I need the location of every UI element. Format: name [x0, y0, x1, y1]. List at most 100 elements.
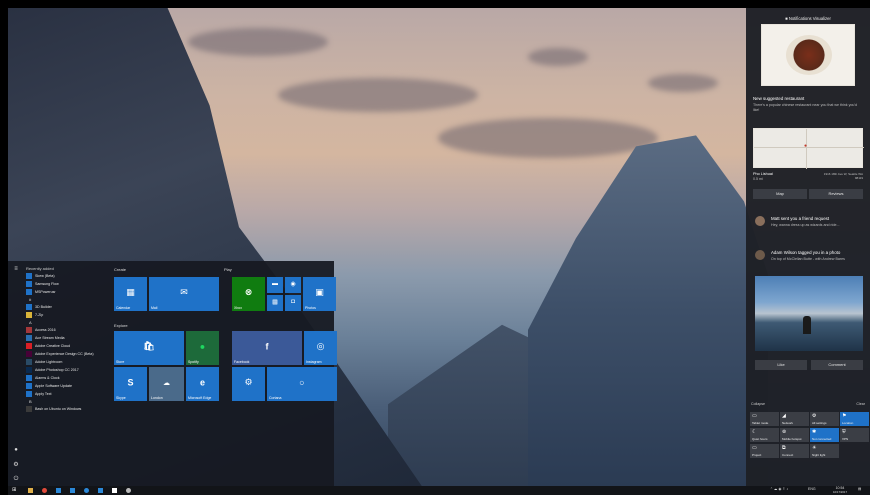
app-list-item[interactable]: Adobe Experience Design CC (Beta) — [26, 350, 108, 358]
notification-group-title: ■ Notifications Visualizer — [746, 16, 870, 21]
quick-action-tile[interactable]: ⚙ All settings — [810, 412, 839, 426]
map-road — [806, 129, 807, 169]
comment-button[interactable]: Comment — [811, 360, 863, 370]
app-list-item[interactable]: Adobe Lightroom — [26, 358, 108, 366]
system-tray-icons[interactable]: ⌃ ☁ ◉ ⚐ ♪ — [770, 487, 788, 491]
collapse-link[interactable]: Collapse — [751, 402, 765, 407]
edge-icon: e — [199, 377, 205, 388]
app-label: Ace Stream Media — [35, 336, 65, 340]
windows-start-icon[interactable]: ⊞ — [12, 488, 17, 493]
app-list-item[interactable]: MSPowerusr — [26, 288, 108, 296]
language-indicator[interactable]: ENG — [808, 487, 816, 491]
avatar — [755, 250, 765, 260]
app-list-item[interactable]: Apply Text — [26, 390, 108, 398]
app-list-item[interactable]: Samsung Flow — [26, 280, 108, 288]
tile-groove[interactable]: ◉ — [285, 277, 301, 293]
app-list-item[interactable]: Skew (Beta) — [26, 272, 108, 280]
app-list-item[interactable]: Adobe Creative Cloud — [26, 342, 108, 350]
tile-label: Xbox — [234, 306, 242, 310]
tile-settings[interactable]: ⚙ — [232, 367, 265, 401]
restaurant-notification[interactable]: New suggested restaurant There's a popul… — [753, 24, 864, 214]
app-list-item[interactable]: Adobe Photoshop CC 2017 — [26, 366, 108, 374]
wallpaper-cloud — [648, 74, 718, 92]
app-list-item[interactable]: Access 2016 — [26, 326, 108, 334]
app-list-item[interactable]: Ace Stream Media — [26, 334, 108, 342]
quick-action-tile[interactable]: ▭ Tablet mode — [750, 412, 779, 426]
start-menu: ≡ ● ⚙ ⏻ Recently added Skew (Beta) Samsun… — [8, 261, 337, 486]
quick-action-tile[interactable]: ☾ Quiet hours — [750, 428, 779, 442]
groove-icon[interactable] — [112, 488, 117, 493]
letter-header-hash[interactable]: # — [26, 296, 108, 303]
store-icon[interactable] — [56, 488, 61, 493]
notification-body: There's a popular chinese restaurant nea… — [753, 103, 858, 112]
like-button[interactable]: Like — [755, 360, 807, 370]
quick-action-tile[interactable]: ✱ Not connected — [810, 428, 839, 442]
hamburger-icon[interactable]: ≡ — [12, 265, 20, 273]
wallpaper-half-dome — [528, 135, 768, 495]
tile-spotify[interactable]: ● Spotify — [186, 331, 219, 365]
tile-xbox[interactable]: ⊗ Xbox — [232, 277, 265, 311]
action-center-icon[interactable]: ▤ — [858, 487, 861, 491]
map-pin-icon: ● — [804, 143, 808, 149]
tile-edge[interactable]: e Microsoft Edge — [186, 367, 219, 401]
app-list-item[interactable]: Bash on Ubuntu on Windows — [26, 405, 108, 413]
letter-header-b[interactable]: B — [26, 398, 108, 405]
power-icon[interactable]: ⏻ — [12, 475, 20, 483]
tile-label: Spotify — [188, 360, 199, 364]
quick-action-tile[interactable]: ⧉ Connect — [780, 444, 809, 458]
clock[interactable]: 10:54 10/17/2017 — [828, 486, 852, 494]
tile-skype[interactable]: S Skype — [114, 367, 147, 401]
mail-icon[interactable] — [70, 488, 75, 493]
tile-photos[interactable]: ▣ Photos — [303, 277, 336, 311]
app-label: Adobe Photoshop CC 2017 — [35, 368, 79, 372]
quick-action-tile[interactable]: ◢ Network — [780, 412, 809, 426]
chrome-icon[interactable] — [42, 488, 47, 493]
tile-cortana[interactable]: ○ Cortana — [267, 367, 337, 401]
photo-tag-notification[interactable]: Adam Wilson tagged you in a photo On top… — [753, 244, 863, 374]
tile-movies[interactable]: ▬ — [267, 277, 283, 293]
quick-action-label: Network — [782, 421, 794, 425]
app-label: Skew (Beta) — [35, 274, 55, 278]
app-list-item[interactable]: 3D Builder — [26, 303, 108, 311]
app-list-item[interactable]: 7-Zip — [26, 311, 108, 319]
app-list-item[interactable]: Alarms & Clock — [26, 374, 108, 382]
place-address: 1916 18th Ave W, Seattle WA 98119 — [823, 172, 863, 180]
file-explorer-icon[interactable] — [28, 488, 33, 493]
quick-action-icon: ⛨ — [842, 429, 846, 435]
quick-action-icon: ▭ — [752, 413, 757, 419]
quick-action-tile[interactable]: ⊚ Mobile hotspot — [780, 428, 809, 442]
tile-facebook[interactable]: f Facebook — [232, 331, 302, 365]
place-name: Pho Lishuai — [753, 172, 773, 176]
tile-calculator[interactable]: ▦ — [267, 295, 283, 311]
tile-instagram[interactable]: ◎ Instagram — [304, 331, 337, 365]
wallpaper-cloud — [528, 48, 588, 66]
tile-store[interactable]: 🛍 Store — [114, 331, 184, 365]
edge-icon[interactable] — [98, 488, 103, 493]
map-image: ● — [753, 128, 864, 169]
tile-mail[interactable]: ✉ Mail — [149, 277, 219, 311]
spotify-icon: ● — [199, 341, 206, 352]
quick-action-tile[interactable]: ☀ Night light — [810, 444, 839, 458]
clock-date: 10/17/2017 — [833, 490, 847, 494]
app-icon — [26, 281, 32, 287]
reviews-button[interactable]: Reviews — [809, 189, 863, 199]
tile-camera[interactable]: ◘ — [285, 295, 301, 311]
letter-header-a[interactable]: A — [26, 319, 108, 326]
friend-request-notification[interactable]: Matt sent you a friend request Hey, wann… — [753, 212, 863, 242]
user-avatar-icon[interactable]: ● — [12, 446, 20, 454]
tile-weather[interactable]: ☁ London — [149, 367, 184, 401]
quick-action-tile[interactable]: ⛨ VPN — [840, 428, 869, 442]
settings-icon[interactable] — [126, 488, 131, 493]
tagged-photo — [755, 276, 863, 351]
skype-icon[interactable] — [84, 488, 89, 493]
quick-action-tile[interactable]: ⚑ Location — [840, 412, 869, 426]
tile-label: Store — [116, 360, 125, 364]
map-button[interactable]: Map — [753, 189, 807, 199]
app-label: Adobe Experience Design CC (Beta) — [35, 352, 94, 356]
settings-gear-icon[interactable]: ⚙ — [12, 461, 20, 469]
cortana-icon: ○ — [299, 377, 305, 388]
quick-action-tile[interactable]: ▭ Project — [750, 444, 779, 458]
clear-all-link[interactable]: Clear — [856, 402, 865, 407]
app-list-item[interactable]: Apple Software Update — [26, 382, 108, 390]
tile-calendar[interactable]: ▦ Calendar — [114, 277, 147, 311]
